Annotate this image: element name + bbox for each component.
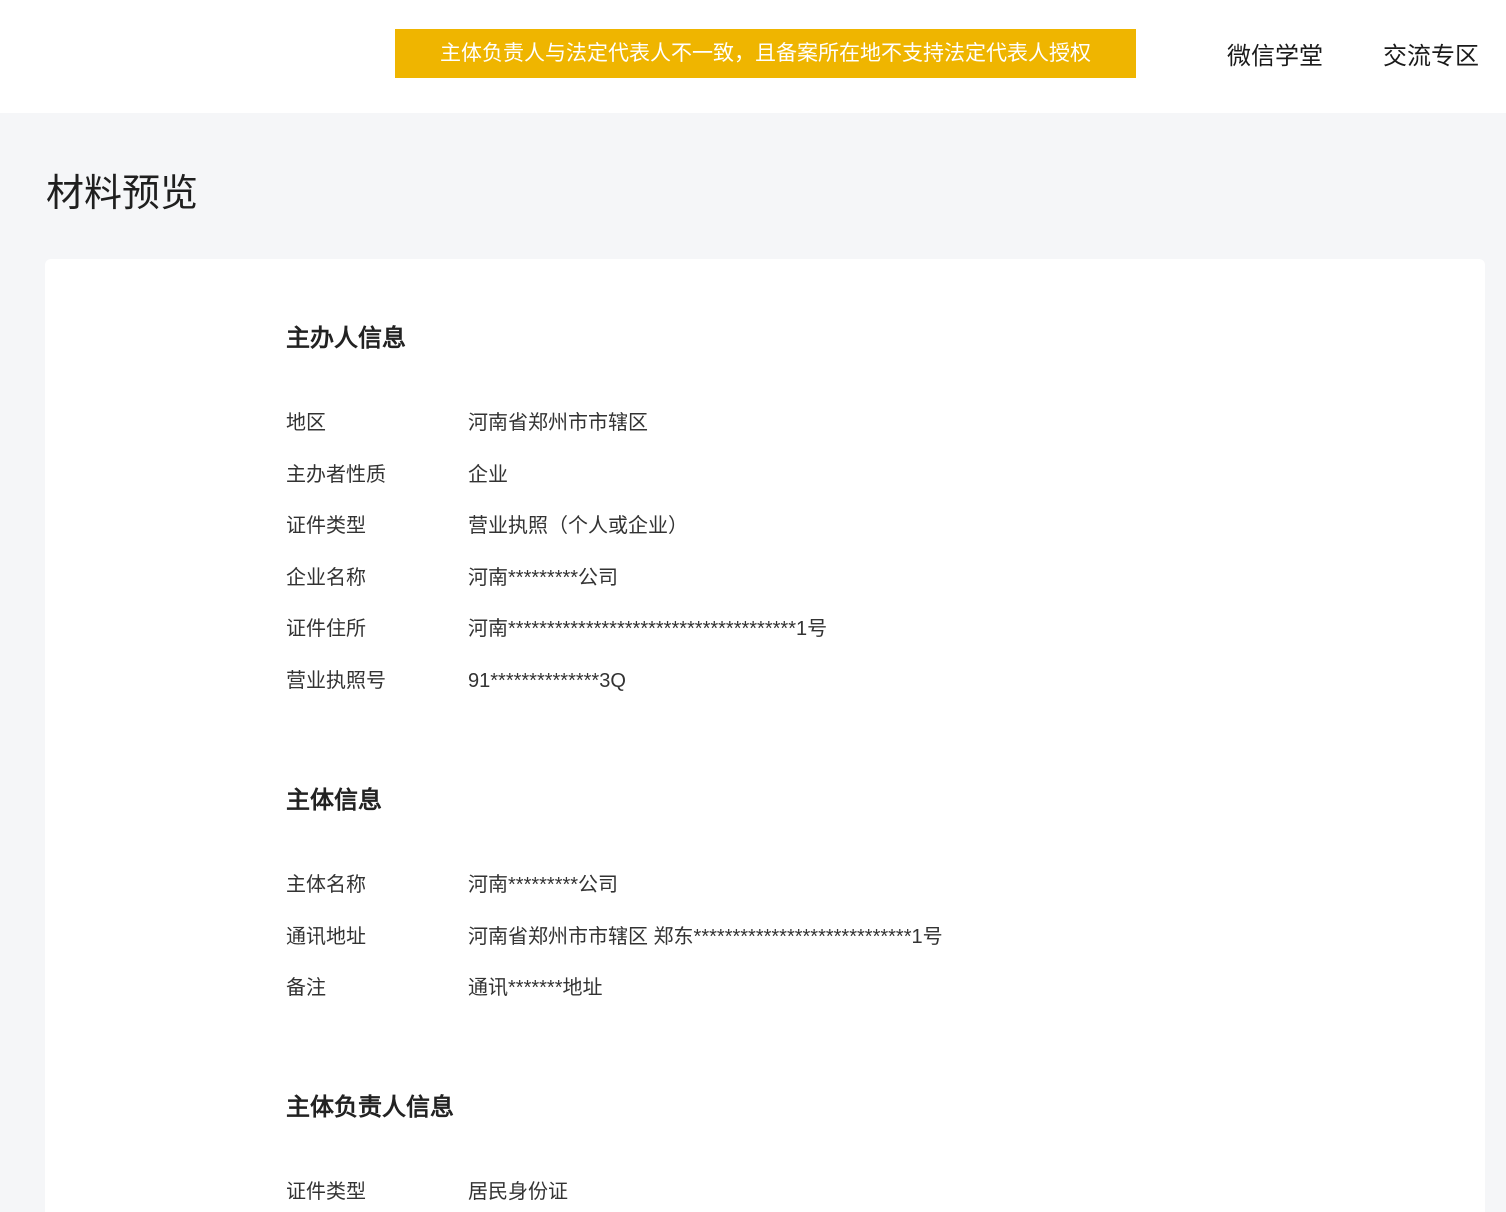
field-value: 居民身份证 xyxy=(468,1181,568,1204)
field-label: 地区 xyxy=(286,412,326,434)
field-list: 证件类型 居民身份证 xyxy=(286,1172,1485,1212)
row-mailing-address: 通讯地址 河南省郑州市市辖区 郑东***********************… xyxy=(286,917,1485,957)
field-label: 证件住所 xyxy=(286,618,366,641)
field-value: 河南省郑州市市辖区 xyxy=(468,412,648,434)
field-value: 河南*********公司 xyxy=(468,566,619,589)
nav-link-community[interactable]: 交流专区 xyxy=(1383,40,1479,74)
section-title: 主体负责人信息 xyxy=(286,1094,454,1122)
field-label: 备注 xyxy=(286,977,326,1000)
section-title: 主办人信息 xyxy=(286,325,406,352)
field-label: 营业执照号 xyxy=(286,669,386,692)
row-principal-id-type: 证件类型 居民身份证 xyxy=(286,1172,1485,1212)
field-value: 营业执照（个人或企业） xyxy=(468,515,688,538)
field-label: 主体名称 xyxy=(286,873,366,896)
row-id-address: 证件住所 河南*********************************… xyxy=(286,609,1485,649)
section-subject-info: 主体信息 主体名称 河南*********公司 通讯地址 河南省郑州市市辖区 郑… xyxy=(286,786,1485,1008)
section-principal-info: 主体负责人信息 证件类型 居民身份证 xyxy=(286,1093,1485,1212)
field-label: 证件类型 xyxy=(286,515,366,538)
row-remarks: 备注 通讯*******地址 xyxy=(286,968,1485,1008)
field-value: 91**************3Q xyxy=(468,669,626,692)
field-value: 河南*************************************1… xyxy=(468,618,828,641)
row-sponsor-type: 主办者性质 企业 xyxy=(286,455,1485,495)
warning-banner: 主体负责人与法定代表人不一致，且备案所在地不支持法定代表人授权 xyxy=(395,29,1136,78)
row-id-type: 证件类型 营业执照（个人或企业） xyxy=(286,506,1485,546)
material-preview-card: 主办人信息 地区 河南省郑州市市辖区 主办者性质 企业 证件类型 营业执照（个人… xyxy=(45,259,1485,1212)
field-label: 证件类型 xyxy=(286,1181,366,1204)
row-subject-name: 主体名称 河南*********公司 xyxy=(286,865,1485,905)
card-content: 主办人信息 地区 河南省郑州市市辖区 主办者性质 企业 证件类型 营业执照（个人… xyxy=(45,259,1485,1212)
section-sponsor-info: 主办人信息 地区 河南省郑州市市辖区 主办者性质 企业 证件类型 营业执照（个人… xyxy=(286,324,1485,701)
field-value: 河南省郑州市市辖区 郑东****************************… xyxy=(468,925,943,948)
field-value: 通讯*******地址 xyxy=(468,977,603,1000)
field-list: 主体名称 河南*********公司 通讯地址 河南省郑州市市辖区 郑东****… xyxy=(286,865,1485,1008)
section-title: 主体信息 xyxy=(286,786,382,814)
field-value: 河南*********公司 xyxy=(468,873,619,896)
row-business-license-number: 营业执照号 91**************3Q xyxy=(286,661,1485,701)
field-value: 企业 xyxy=(468,463,508,486)
field-label: 企业名称 xyxy=(286,566,366,589)
warning-banner-text: 主体负责人与法定代表人不一致，且备案所在地不支持法定代表人授权 xyxy=(440,42,1091,65)
row-company-name: 企业名称 河南*********公司 xyxy=(286,558,1485,598)
page-title: 材料预览 xyxy=(46,173,199,215)
nav-link-wechat-academy[interactable]: 微信学堂 xyxy=(1227,40,1323,74)
field-label: 通讯地址 xyxy=(286,925,366,948)
row-region: 地区 河南省郑州市市辖区 xyxy=(286,403,1485,443)
field-list: 地区 河南省郑州市市辖区 主办者性质 企业 证件类型 营业执照（个人或企业） 企… xyxy=(286,403,1485,701)
field-label: 主办者性质 xyxy=(286,463,386,486)
top-header: 主体负责人与法定代表人不一致，且备案所在地不支持法定代表人授权 微信学堂 交流专… xyxy=(0,0,1506,113)
